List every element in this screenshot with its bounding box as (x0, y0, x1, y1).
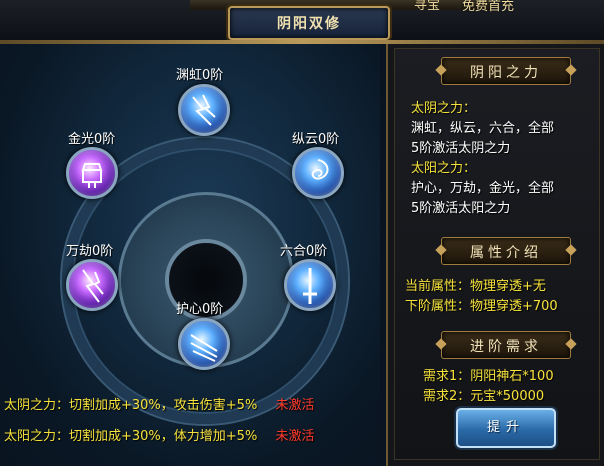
attribute-section-title: 属性介绍 (470, 245, 542, 261)
yuanhong-gem-icon[interactable] (178, 84, 230, 136)
taiyin-desc-2: 5阶激活太阴之力 (411, 141, 511, 156)
taiyin-bonus-text: 太阴之力：切割加成+30%，攻击伤害+5% (4, 398, 258, 413)
jinguang-gem-icon[interactable] (66, 147, 118, 199)
taiyang-label: 太阳之力： (411, 161, 477, 176)
zongyun-gem-icon[interactable] (292, 147, 344, 199)
taiyang-status: 未激活 (275, 429, 315, 444)
window-title: 阴阳双修 (277, 16, 341, 32)
taiyang-desc-2: 5阶激活太阳之力 (411, 201, 511, 216)
huxin-gem-icon[interactable] (178, 318, 230, 370)
taiyang-desc-1: 护心，万劫，金光，全部 (411, 181, 555, 196)
taiyang-bonus-line: 太阳之力：切割加成+30%，体力增加+5% 未激活 (4, 425, 314, 444)
info-panel: 阴阳之力 太阴之力： 渊虹，纵云，六合，全部 5阶激活太阴之力 太阳之力： 护心… (386, 44, 604, 466)
requirement-2: 需求2：元宝*50000 (423, 389, 545, 404)
node-label-wanjie: 万劫0阶 (66, 244, 114, 259)
window-title-plate: 阴阳双修 (228, 6, 390, 40)
node-label-huxin: 护心0阶 (176, 302, 224, 317)
taiyin-label: 太阴之力： (411, 101, 477, 116)
attribute-section-header: 属性介绍 (441, 237, 571, 265)
next-attribute: 下阶属性：物理穿透+700 (405, 299, 558, 314)
treasure-hunt-link[interactable]: 寻宝 (414, 0, 440, 13)
requirement-section-title: 进阶需求 (470, 339, 542, 355)
taiyin-bonus-line: 太阴之力：切割加成+30%，攻击伤害+5% 未激活 (4, 394, 314, 413)
yinyang-section-title: 阴阳之力 (470, 65, 542, 81)
requirement-section-header: 进阶需求 (441, 331, 571, 359)
node-label-jinguang: 金光0阶 (68, 132, 116, 147)
wanjie-gem-icon[interactable] (66, 259, 118, 311)
info-panel-inner: 阴阳之力 太阴之力： 渊虹，纵云，六合，全部 5阶激活太阴之力 太阳之力： 护心… (394, 48, 600, 460)
node-label-liuhe: 六合0阶 (280, 244, 328, 259)
promote-button[interactable]: 提升 (456, 408, 556, 448)
taiyang-bonus-text: 太阳之力：切割加成+30%，体力增加+5% (4, 429, 258, 444)
yinyang-section-header: 阴阳之力 (441, 57, 571, 85)
free-recharge-link[interactable]: 免费首充 (462, 0, 514, 14)
liuhe-gem-icon[interactable] (284, 259, 336, 311)
node-label-zongyun: 纵云0阶 (292, 132, 340, 147)
current-attribute: 当前属性：物理穿透+无 (405, 279, 546, 294)
taiyin-status: 未激活 (275, 398, 315, 413)
requirement-1: 需求1：阴阳神石*100 (423, 369, 554, 384)
node-label-yuanhong: 渊虹0阶 (176, 68, 224, 83)
taiyin-desc-1: 渊虹，纵云，六合，全部 (411, 121, 555, 136)
